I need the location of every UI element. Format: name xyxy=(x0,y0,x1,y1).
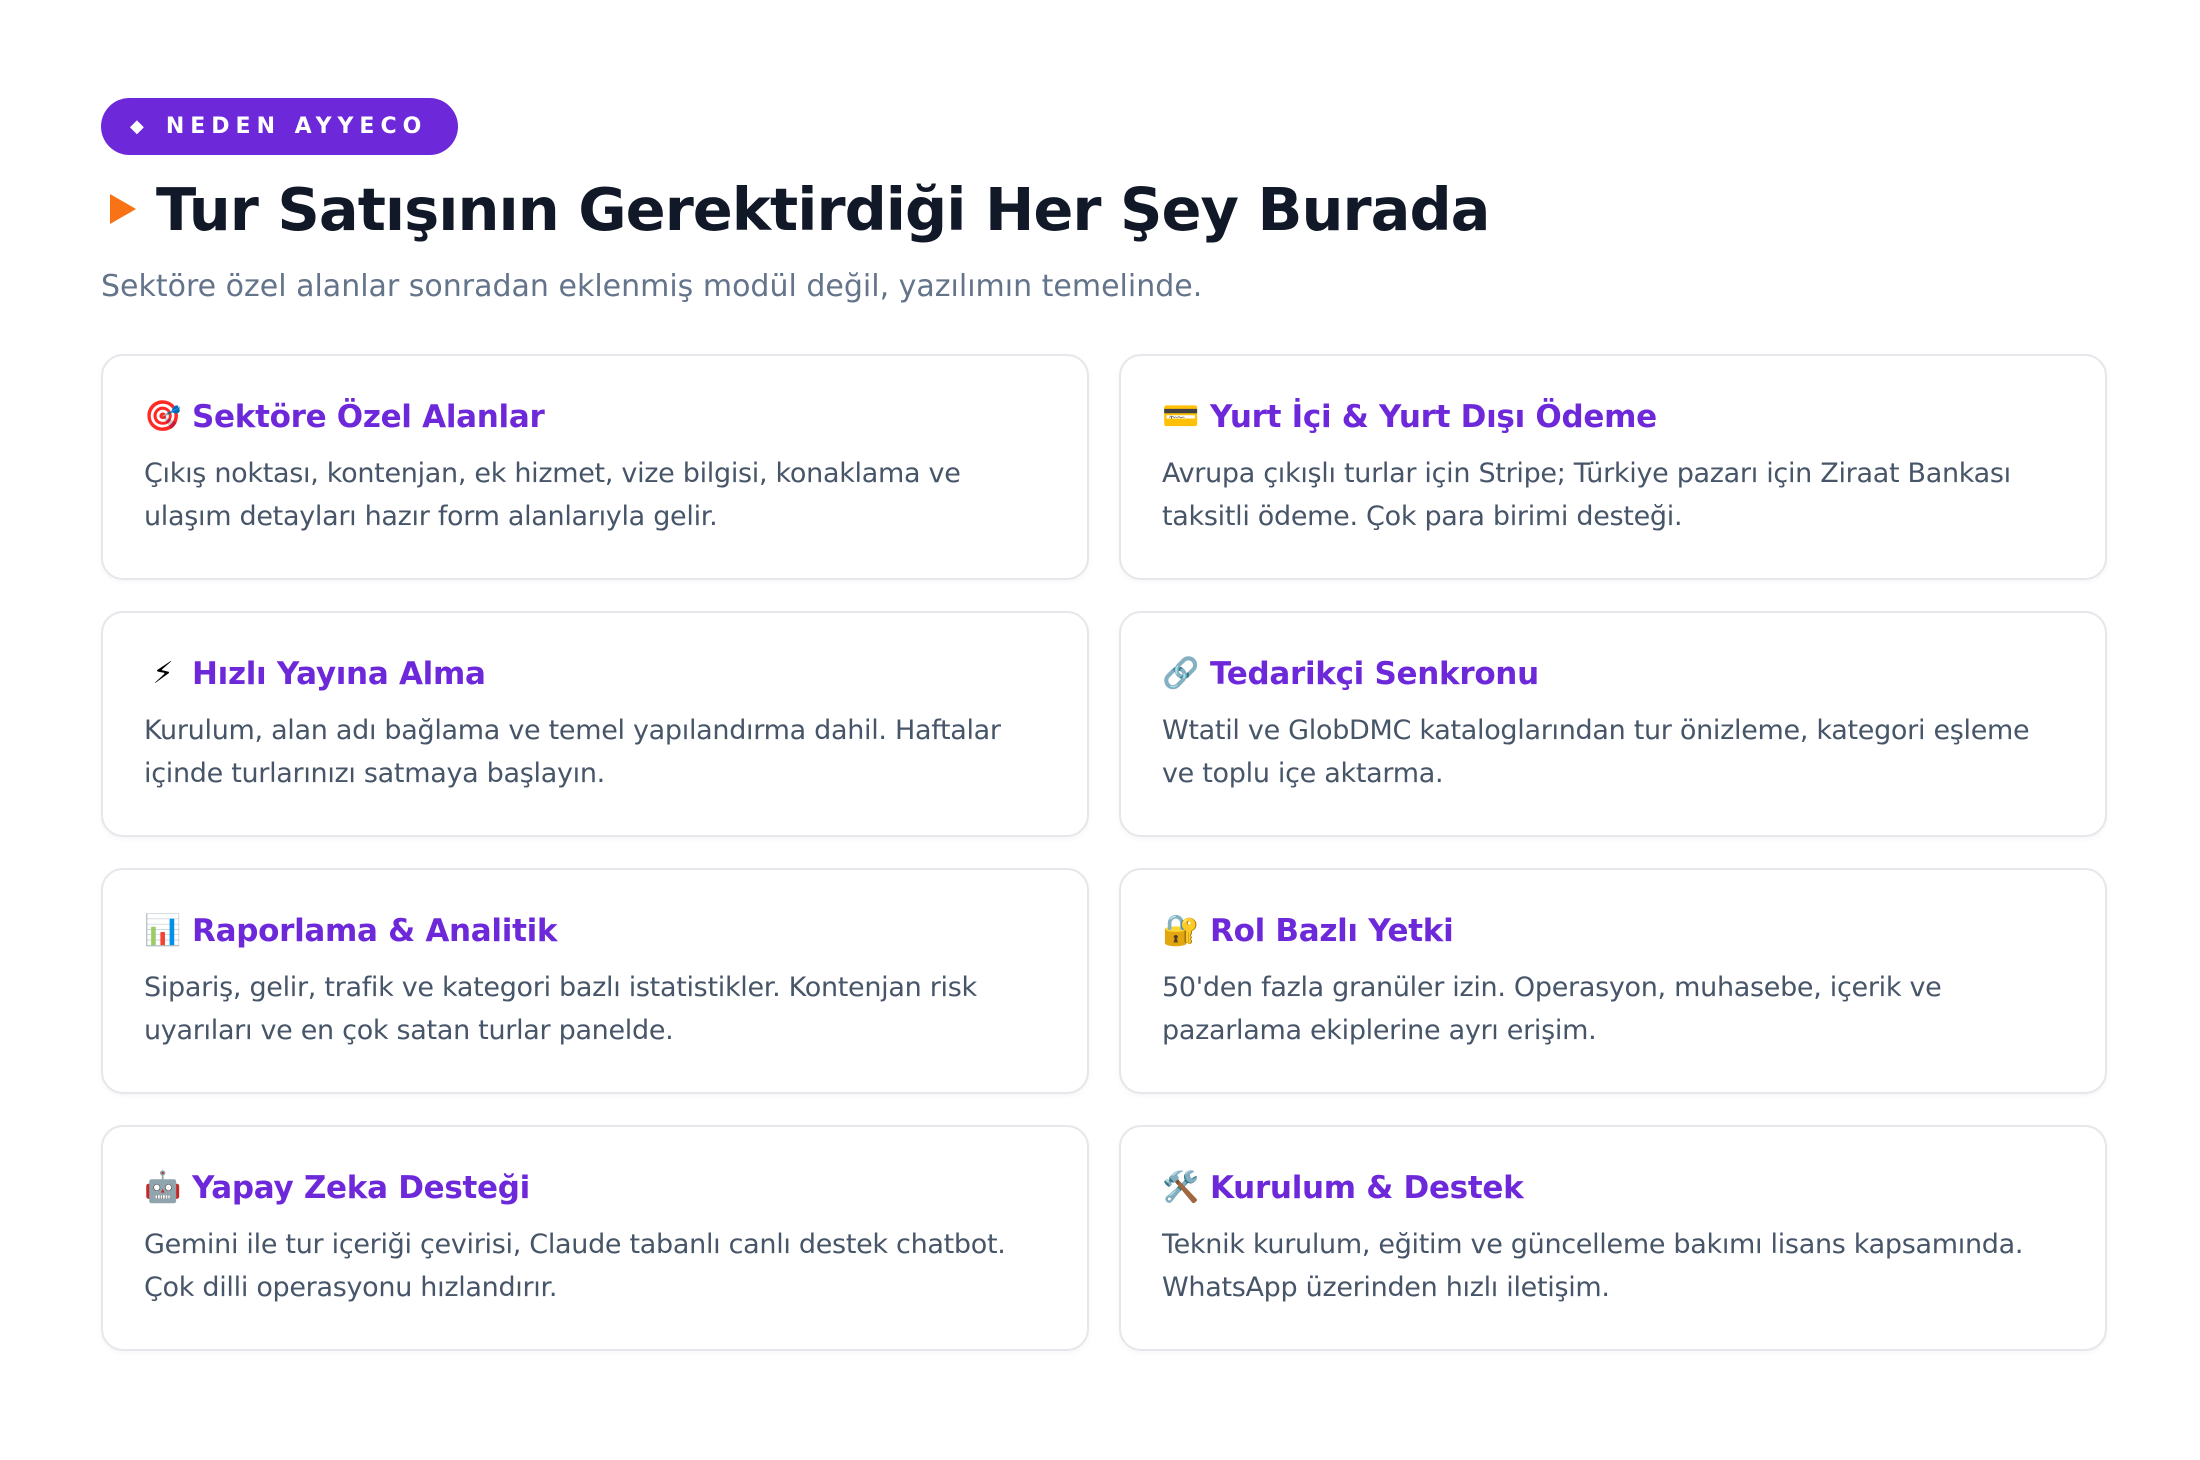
robot-icon: 🤖 xyxy=(144,1170,182,1205)
feature-title: Yurt İçi & Yurt Dışı Ödeme xyxy=(1210,399,1657,435)
title-row: Tur Satışının Gerektirdiği Her Şey Burad… xyxy=(101,169,2107,249)
feature-card: 📊 Raporlama & Analitik Sipariş, gelir, t… xyxy=(101,868,1089,1094)
feature-card: 🛠️ Kurulum & Destek Teknik kurulum, eğit… xyxy=(1119,1125,2107,1351)
feature-description: Çıkış noktası, kontenjan, ek hizmet, viz… xyxy=(144,458,961,532)
feature-card-header: 🔗 Tedarikçi Senkronu xyxy=(1162,653,2065,695)
feature-card: 🤖 Yapay Zeka Desteği Gemini ile tur içer… xyxy=(101,1125,1089,1351)
feature-card-header: 🎯 Sektöre Özel Alanlar xyxy=(144,396,1047,438)
feature-card: ⚡ Hızlı Yayına Alma Kurulum, alan adı ba… xyxy=(101,611,1089,837)
diamond-icon: ◆ xyxy=(130,116,144,137)
feature-title: Hızlı Yayına Alma xyxy=(192,656,486,692)
feature-card-header: ⚡ Hızlı Yayına Alma xyxy=(144,653,1047,695)
feature-title: Tedarikçi Senkronu xyxy=(1210,656,1539,692)
feature-card-header: 🛠️ Kurulum & Destek xyxy=(1162,1167,2065,1209)
feature-description: Wtatil ve GlobDMC kataloglarından tur ön… xyxy=(1162,715,2030,789)
page-title: Tur Satışının Gerektirdiği Her Şey Burad… xyxy=(156,174,1490,244)
link-icon: 🔗 xyxy=(1162,656,1200,691)
bar-chart-icon: 📊 xyxy=(144,913,182,948)
section-badge: ◆ NEDEN AYYECO xyxy=(101,98,459,155)
feature-title: Yapay Zeka Desteği xyxy=(192,1170,530,1206)
feature-title: Raporlama & Analitik xyxy=(192,913,558,949)
tools-icon: 🛠️ xyxy=(1162,1170,1200,1205)
feature-card-header: 📊 Raporlama & Analitik xyxy=(144,910,1047,952)
feature-card: 💳 Yurt İçi & Yurt Dışı Ödeme Avrupa çıkı… xyxy=(1119,354,2107,580)
badge-label: NEDEN AYYECO xyxy=(165,114,428,139)
features-grid: 🎯 Sektöre Özel Alanlar Çıkış noktası, ko… xyxy=(101,354,2107,1351)
feature-description: Sipariş, gelir, trafik ve kategori bazlı… xyxy=(144,972,977,1046)
feature-title: Sektöre Özel Alanlar xyxy=(192,399,545,435)
lightning-icon: ⚡ xyxy=(152,656,174,691)
play-arrow-icon xyxy=(110,194,136,224)
section-header: ◆ NEDEN AYYECO Tur Satışının Gerektirdiğ… xyxy=(101,98,2107,304)
feature-card-header: 💳 Yurt İçi & Yurt Dışı Ödeme xyxy=(1162,396,2065,438)
feature-card: 🔗 Tedarikçi Senkronu Wtatil ve GlobDMC k… xyxy=(1119,611,2107,837)
feature-description: 50'den fazla granüler izin. Operasyon, m… xyxy=(1162,972,1942,1046)
feature-card: 🔐 Rol Bazlı Yetki 50'den fazla granüler … xyxy=(1119,868,2107,1094)
feature-description: Avrupa çıkışlı turlar için Stripe; Türki… xyxy=(1162,458,2011,532)
feature-description: Gemini ile tur içeriği çevirisi, Claude … xyxy=(144,1229,1006,1303)
lock-key-icon: 🔐 xyxy=(1162,913,1200,948)
feature-card: 🎯 Sektöre Özel Alanlar Çıkış noktası, ko… xyxy=(101,354,1089,580)
feature-card-header: 🔐 Rol Bazlı Yetki xyxy=(1162,910,2065,952)
page-subtitle: Sektöre özel alanlar sonradan eklenmiş m… xyxy=(101,269,1203,304)
feature-title: Rol Bazlı Yetki xyxy=(1210,913,1454,949)
feature-card-header: 🤖 Yapay Zeka Desteği xyxy=(144,1167,1047,1209)
feature-description: Kurulum, alan adı bağlama ve temel yapıl… xyxy=(144,715,1001,789)
feature-title: Kurulum & Destek xyxy=(1210,1170,1524,1206)
target-icon: 🎯 xyxy=(144,399,182,434)
credit-card-icon: 💳 xyxy=(1162,399,1200,434)
feature-description: Teknik kurulum, eğitim ve güncelleme bak… xyxy=(1162,1229,2024,1303)
